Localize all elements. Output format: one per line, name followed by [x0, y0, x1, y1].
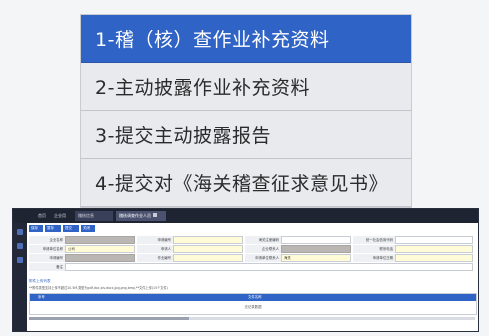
- supplement-menu: 1-稽（核）查作业补充资料 2-主动披露作业补充资料 3-提交主动披露报告 4-…: [80, 14, 412, 208]
- phone-field[interactable]: [395, 245, 473, 253]
- table-header: 序号 文件名称: [30, 294, 476, 301]
- attachment-table: 序号 文件名称 无记录数据: [29, 293, 477, 315]
- audit-form: 企业名称 申请编号 海关注册编码 统一社会信用代码 申请单位名称 公司 申请人 …: [29, 236, 475, 274]
- column-header: 序号: [38, 295, 45, 299]
- enterprise-contact-field[interactable]: [281, 245, 351, 253]
- section-title: 附件上传列表: [29, 279, 51, 283]
- field-label: 申请人: [137, 245, 173, 253]
- upload-note: **附件类型支持上传不超过20.5M,类型为pdf,doc,xls,docx,j…: [29, 286, 168, 290]
- tab-enterprise-user[interactable]: 企业用户: [51, 211, 71, 228]
- form-row: 申请编号 作业编号 申请单位联系人 海关 申请单位日期: [29, 254, 475, 262]
- menu-item-audit-supplement[interactable]: 1-稽（核）查作业补充资料: [81, 15, 411, 63]
- app-screen: 首页 企业用户 稽核信息 稽核调查作业人员 保存 暂存 提交 关闭 企业名称 申…: [12, 208, 479, 332]
- field-label: 申请编号: [137, 236, 173, 244]
- document-icon[interactable]: [17, 243, 23, 249]
- form-row: 备注: [29, 263, 475, 271]
- field-label: 申请单位联系人: [245, 254, 281, 262]
- menu-item-disclosure-supplement[interactable]: 2-主动披露作业补充资料: [81, 63, 411, 111]
- unit-contact-field[interactable]: 海关: [281, 254, 351, 262]
- close-button[interactable]: 关闭: [81, 225, 95, 232]
- scrollbar-thumb[interactable]: [29, 317, 189, 320]
- form-row: 申请单位名称 公司 申请人 企业联系人 联系电话: [29, 245, 475, 253]
- field-label: 联系电话: [353, 245, 395, 253]
- remarks-field[interactable]: [65, 263, 473, 271]
- field-label: 申请单位日期: [353, 254, 395, 262]
- field-label: 海关注册编码: [245, 236, 281, 244]
- application-no-field[interactable]: [173, 236, 243, 244]
- enterprise-name-field[interactable]: [65, 236, 135, 244]
- menu-icon[interactable]: [17, 229, 23, 235]
- tab-audit-info[interactable]: 稽核信息: [75, 211, 113, 221]
- settings-icon[interactable]: [17, 257, 23, 263]
- field-label: 统一社会信用代码: [353, 236, 395, 244]
- left-nav: [13, 223, 27, 331]
- column-header: 文件名称: [248, 295, 262, 299]
- submit-button[interactable]: 提交: [63, 225, 79, 232]
- tab-home[interactable]: 首页: [35, 211, 49, 221]
- save-button[interactable]: 保存: [29, 225, 43, 232]
- field-label: 作业编号: [137, 254, 173, 262]
- menu-item-submit-opinion[interactable]: 4-提交对《海关稽查征求意见书》: [81, 159, 411, 207]
- application-code-field[interactable]: [65, 254, 135, 262]
- tab-audit-operator-label: 稽核调查作业人员: [119, 213, 151, 218]
- field-label: 申请编号: [29, 254, 65, 262]
- customs-code-field[interactable]: [281, 236, 351, 244]
- close-icon[interactable]: [153, 213, 157, 217]
- credit-code-field[interactable]: [395, 236, 473, 244]
- empty-message: 无记录数据: [244, 305, 262, 309]
- field-label: 申请单位名称: [29, 245, 65, 253]
- top-bar: 首页 企业用户 稽核信息 稽核调查作业人员: [13, 209, 478, 228]
- field-label: 企业联系人: [245, 245, 281, 253]
- menu-item-submit-disclosure-report[interactable]: 3-提交主动披露报告: [81, 111, 411, 159]
- applicant-field[interactable]: [173, 245, 243, 253]
- tab-audit-operator[interactable]: 稽核调查作业人员: [116, 211, 166, 221]
- operation-no-field[interactable]: [173, 254, 243, 262]
- applicant-unit-field[interactable]: 公司: [65, 245, 135, 253]
- unit-date-field[interactable]: [395, 254, 473, 262]
- field-label: 企业名称: [29, 236, 65, 244]
- temp-save-button[interactable]: 暂存: [45, 225, 61, 232]
- form-row: 企业名称 申请编号 海关注册编码 统一社会信用代码: [29, 236, 475, 244]
- horizontal-scrollbar[interactable]: [29, 317, 475, 320]
- field-label: 备注: [29, 263, 65, 271]
